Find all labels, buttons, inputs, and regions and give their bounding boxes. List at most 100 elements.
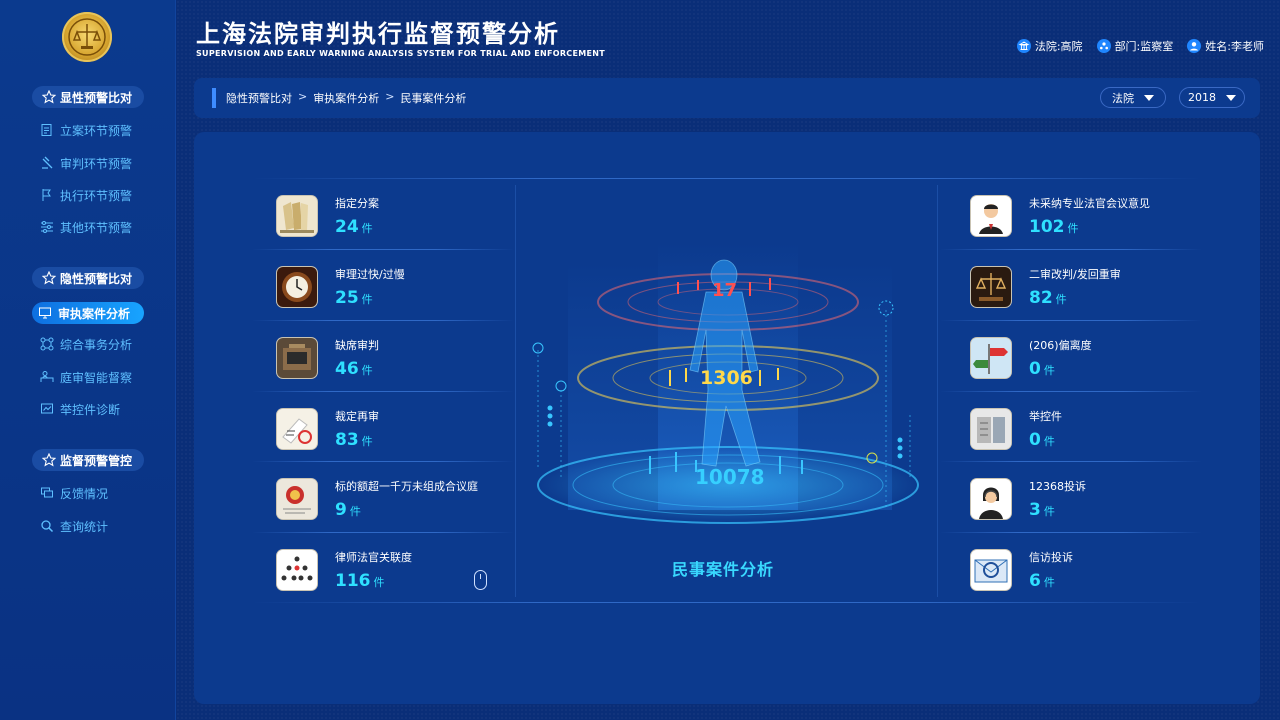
sidebar: 显性预警比对 立案环节预警 审判环节预警 执行环节预警 其他环节预警 隐性预警比… <box>0 0 176 720</box>
nav-filing-warning[interactable]: 立案环节预警 <box>40 119 160 141</box>
building-icon <box>1016 39 1031 53</box>
nav-complaint-diagnosis[interactable]: 举控件诊断 <box>40 398 160 420</box>
chat-icon <box>41 487 53 498</box>
user-info-bar: 法院:高院 部门:监察室 姓名:李老师 <box>1016 38 1264 54</box>
emblem-document-icon <box>277 479 317 519</box>
stat-value: 0 <box>1029 359 1041 379</box>
stat-value: 83 <box>335 430 359 450</box>
stat-label: 信访投诉 <box>1029 551 1073 564</box>
stat-absentia-trial[interactable]: 缺席审判 46 件 <box>277 328 379 388</box>
stat-label: 举控件 <box>1029 410 1062 423</box>
stat-label: 审理过快/过慢 <box>335 268 405 281</box>
nav-label: 庭审智能督察 <box>60 370 133 385</box>
stat-second-instance[interactable]: 二审改判/发回重审 82 件 <box>971 257 1121 317</box>
stat-expert-opinion[interactable]: 未采纳专业法官会议意见 102 件 <box>971 186 1150 246</box>
stat-label: 标的额超一千万未组成合议庭 <box>335 480 478 493</box>
stat-trial-speed[interactable]: 审理过快/过慢 25 件 <box>277 257 405 317</box>
stat-unit: 件 <box>1043 364 1055 377</box>
divider <box>252 391 514 392</box>
books-icon <box>277 196 317 236</box>
person-desk-icon <box>40 371 54 382</box>
sliders-icon <box>41 221 53 233</box>
nav-case-analysis[interactable]: 审执案件分析 <box>32 302 144 324</box>
email-icon <box>971 550 1011 590</box>
stat-label: 律师法官关联度 <box>335 551 412 564</box>
people-network-icon <box>277 550 317 590</box>
stat-unit: 件 <box>349 505 361 518</box>
divider <box>252 249 514 250</box>
breadcrumb-item[interactable]: 审执案件分析 <box>313 90 379 106</box>
stat-unit: 件 <box>1067 222 1079 235</box>
stat-label: 12368投诉 <box>1029 480 1086 493</box>
top-ring-value: 17 <box>712 280 738 301</box>
operator-icon <box>971 479 1011 519</box>
nav-other-warning[interactable]: 其他环节预警 <box>40 216 160 238</box>
stat-label: 指定分案 <box>335 197 379 210</box>
nav-court-supervision[interactable]: 庭审智能督察 <box>40 366 160 388</box>
divider <box>252 532 514 533</box>
breadcrumb: 隐性预警比对 > 审执案件分析 > 民事案件分析 <box>226 90 466 106</box>
stat-complaint-cases[interactable]: 举控件 0件 <box>971 399 1062 459</box>
group-implicit-warning[interactable]: 隐性预警比对 <box>32 267 144 289</box>
hologram-scene <box>532 240 919 524</box>
page-title: 上海法院审判执行监督预警分析 <box>196 20 560 48</box>
breadcrumb-marker <box>212 88 216 108</box>
nav-label: 反馈情况 <box>60 486 109 501</box>
star-icon <box>42 453 56 467</box>
nav-execution-warning[interactable]: 执行环节预警 <box>40 184 160 206</box>
year-select-value: 2018 <box>1188 91 1216 104</box>
stat-over-ten-million[interactable]: 标的额超一千万未组成合议庭 9件 <box>277 469 478 529</box>
nav-trial-warning[interactable]: 审判环节预警 <box>40 152 160 174</box>
stat-label: 裁定再审 <box>335 410 379 423</box>
signpost-icon <box>971 338 1011 378</box>
department-info: 部门:监察室 <box>1096 38 1173 54</box>
scales-gavel-icon <box>971 267 1011 307</box>
court-select-value: 法院 <box>1112 91 1134 105</box>
stat-designated-assignment[interactable]: 指定分案 24 件 <box>277 186 379 246</box>
nav-affairs-analysis[interactable]: 综合事务分析 <box>40 333 160 355</box>
court-select[interactable]: 法院 <box>1100 87 1166 108</box>
stat-unit: 件 <box>361 364 373 377</box>
stat-value: 82 <box>1029 288 1053 308</box>
nav-label: 其他环节预警 <box>60 220 133 235</box>
stat-12368-complaint[interactable]: 12368投诉 3件 <box>971 469 1086 529</box>
breadcrumb-item-current: 民事案件分析 <box>400 92 467 105</box>
stat-unit: 件 <box>361 222 373 235</box>
stat-value: 25 <box>335 288 359 308</box>
network-icon <box>40 337 54 351</box>
year-select[interactable]: 2018 <box>1179 87 1245 108</box>
clock-icon <box>277 267 317 307</box>
nav-feedback[interactable]: 反馈情况 <box>40 482 160 504</box>
stat-value: 9 <box>335 500 347 520</box>
breadcrumb-item[interactable]: 隐性预警比对 <box>226 90 292 106</box>
user-icon <box>1187 39 1202 53</box>
divider <box>940 320 1202 321</box>
stat-lawyer-judge-relation[interactable]: 律师法官关联度 116 件 <box>277 540 412 600</box>
stat-value: 24 <box>335 217 359 237</box>
page-subtitle: SUPERVISION AND EARLY WARNING ANALYSIS S… <box>196 49 606 58</box>
stat-value: 102 <box>1029 217 1065 237</box>
nav-label: 审执案件分析 <box>58 306 131 321</box>
stat-petition-complaint[interactable]: 信访投诉 6件 <box>971 540 1073 600</box>
stat-unit: 件 <box>373 576 385 589</box>
stat-value: 46 <box>335 359 359 379</box>
group-supervision-control[interactable]: 监督预警管控 <box>32 449 144 471</box>
divider <box>252 320 514 321</box>
monitor-icon <box>39 307 51 319</box>
divider <box>940 249 1202 250</box>
stat-deviation-206[interactable]: (206)偏离度 0件 <box>971 328 1092 388</box>
group-explicit-warning[interactable]: 显性预警比对 <box>32 86 144 108</box>
appeal-document-icon <box>277 409 317 449</box>
user-name-label: 姓名:李老师 <box>1205 40 1264 53</box>
nav-query-stats[interactable]: 查询统计 <box>40 515 160 537</box>
nav-label: 举控件诊断 <box>60 402 121 417</box>
stat-retrial-ruling[interactable]: 裁定再审 83 件 <box>277 399 379 459</box>
caret-down-icon <box>1144 94 1154 101</box>
stat-unit: 件 <box>1055 293 1067 306</box>
middle-ring-value: 1306 <box>700 367 753 389</box>
stat-unit: 件 <box>1043 505 1055 518</box>
breadcrumb-separator: > <box>298 90 308 103</box>
stat-unit: 件 <box>361 293 373 306</box>
search-icon <box>41 520 54 533</box>
stat-value: 0 <box>1029 430 1041 450</box>
